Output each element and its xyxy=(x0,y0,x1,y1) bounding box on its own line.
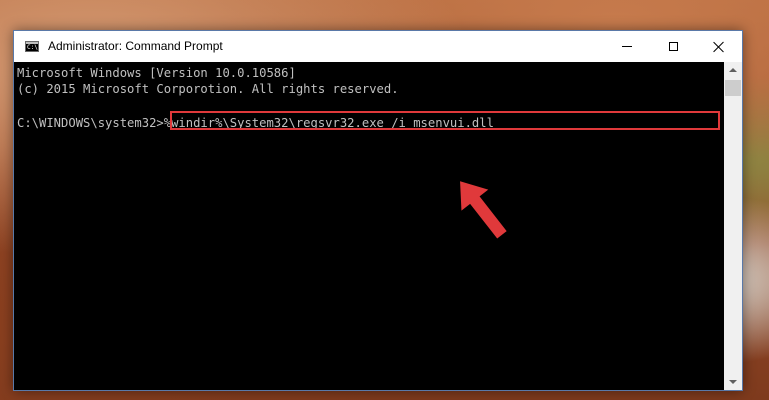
command-highlight-box xyxy=(170,111,720,130)
console-line: Microsoft Windows [Version 10.0.10586] xyxy=(17,66,296,80)
scroll-thumb[interactable] xyxy=(725,80,741,96)
vertical-scrollbar[interactable] xyxy=(724,62,742,390)
window-title: Administrator: Command Prompt xyxy=(48,39,223,53)
maximize-button[interactable] xyxy=(650,31,696,62)
close-button[interactable] xyxy=(696,31,742,62)
command-prompt-window: C:\ Administrator: Command Prompt Micros… xyxy=(13,30,743,391)
console-line: (c) 2015 Microsoft Corporotion. All righ… xyxy=(17,82,399,96)
maximize-icon xyxy=(668,42,678,51)
scroll-down-button[interactable] xyxy=(724,374,742,390)
minimize-icon xyxy=(622,46,632,47)
red-arrow-icon xyxy=(460,181,507,239)
title-bar[interactable]: C:\ Administrator: Command Prompt xyxy=(14,31,742,62)
command-prompt-icon[interactable]: C:\ xyxy=(25,41,39,52)
minimize-button[interactable] xyxy=(604,31,650,62)
chevron-up-icon xyxy=(729,68,737,72)
close-icon xyxy=(713,41,725,53)
chevron-down-icon xyxy=(729,380,737,384)
console-output[interactable]: Microsoft Windows [Version 10.0.10586] (… xyxy=(14,62,724,390)
scroll-up-button[interactable] xyxy=(724,62,742,78)
